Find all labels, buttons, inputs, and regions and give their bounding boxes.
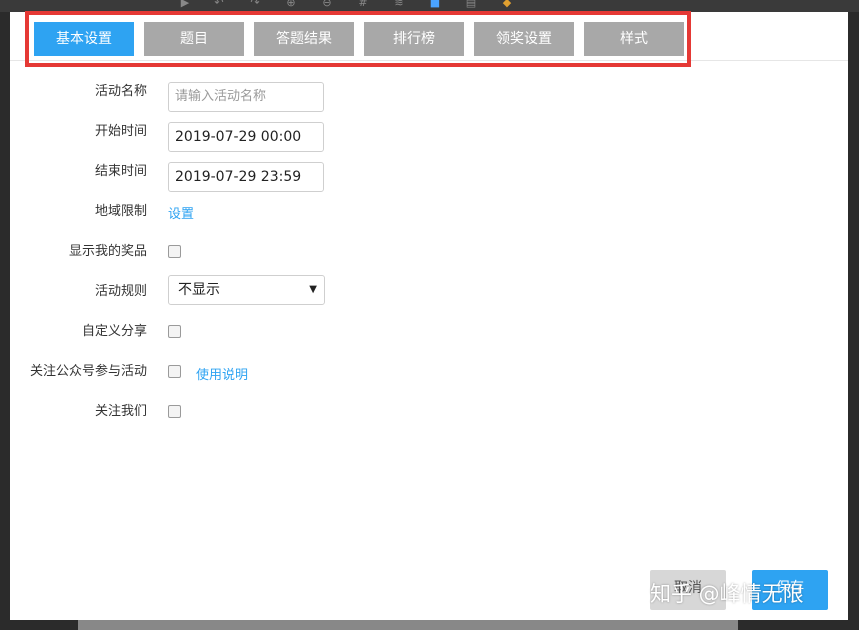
grid-icon[interactable]: # (356, 0, 370, 9)
tab-style[interactable]: 样式 (584, 22, 684, 56)
rules-select-value: 不显示 (178, 282, 220, 298)
caret-down-icon: ▼ (309, 284, 317, 295)
watermark-text: 知乎 @峰情无限 (650, 582, 804, 606)
end-time-input[interactable]: 2019-07-29 23:59 (168, 162, 324, 192)
show-prizes-label: 显示我的奖品 (68, 244, 147, 259)
tab-questions[interactable]: 题目 (144, 22, 244, 56)
align-icon[interactable]: ▤ (464, 0, 478, 9)
custom-share-checkbox[interactable] (168, 325, 181, 338)
custom-share-label: 自定义分享 (81, 324, 147, 339)
play-icon[interactable]: ▶ (178, 0, 192, 9)
start-time-label: 开始时间 (94, 124, 147, 139)
ps-icon[interactable]: ■ (428, 0, 442, 9)
bottom-scroll-strip (78, 620, 738, 630)
tab-basic-settings[interactable]: 基本设置 (34, 22, 134, 56)
form-row-follow-account: 关注公众号参与活动 使用说明 (10, 364, 848, 394)
form-row-rules: 活动规则 不显示 ▼ (10, 275, 848, 314)
form-row-custom-share: 自定义分享 (10, 324, 848, 354)
rules-select[interactable]: 不显示 ▼ (168, 275, 325, 305)
activity-name-label: 活动名称 (94, 84, 147, 99)
form-row-show-prizes: 显示我的奖品 (10, 244, 848, 274)
form-row-follow-us: 关注我们 (10, 404, 848, 434)
region-label: 地域限制 (94, 204, 147, 219)
form-row-activity-name: 活动名称 请输入活动名称 (10, 82, 848, 114)
undo-icon[interactable]: ↶ (212, 0, 226, 9)
follow-account-checkbox[interactable] (168, 365, 181, 378)
form-row-region: 地域限制 设置 (10, 204, 848, 234)
region-settings-link[interactable]: 设置 (168, 207, 194, 223)
tab-leaderboard[interactable]: 排行榜 (364, 22, 464, 56)
activity-name-input[interactable]: 请输入活动名称 (168, 82, 324, 112)
zoom-in-icon[interactable]: ⊕ (284, 0, 298, 9)
follow-us-checkbox[interactable] (168, 405, 181, 418)
rules-label: 活动规则 (94, 284, 147, 299)
form-row-end-time: 结束时间 2019-07-29 23:59 (10, 162, 848, 194)
tab-answer-results[interactable]: 答题结果 (254, 22, 354, 56)
zoom-out-icon[interactable]: ⊖ (320, 0, 334, 9)
form-row-start-time: 开始时间 2019-07-29 00:00 (10, 122, 848, 154)
follow-us-label: 关注我们 (94, 404, 147, 419)
redo-icon[interactable]: ↷ (248, 0, 262, 9)
start-time-input[interactable]: 2019-07-29 00:00 (168, 122, 324, 152)
layers-icon[interactable]: ≋ (392, 0, 406, 9)
follow-account-label: 关注公众号参与活动 (29, 364, 147, 379)
color-icon[interactable]: ◆ (500, 0, 514, 9)
usage-instructions-link[interactable]: 使用说明 (196, 368, 248, 384)
activity-settings-dialog: 基本设置 题目 答题结果 排行榜 领奖设置 样式 活动名称 请输入活动名称 开始… (10, 11, 848, 620)
end-time-label: 结束时间 (94, 164, 147, 179)
show-prizes-checkbox[interactable] (168, 245, 181, 258)
tab-prize-settings[interactable]: 领奖设置 (474, 22, 574, 56)
